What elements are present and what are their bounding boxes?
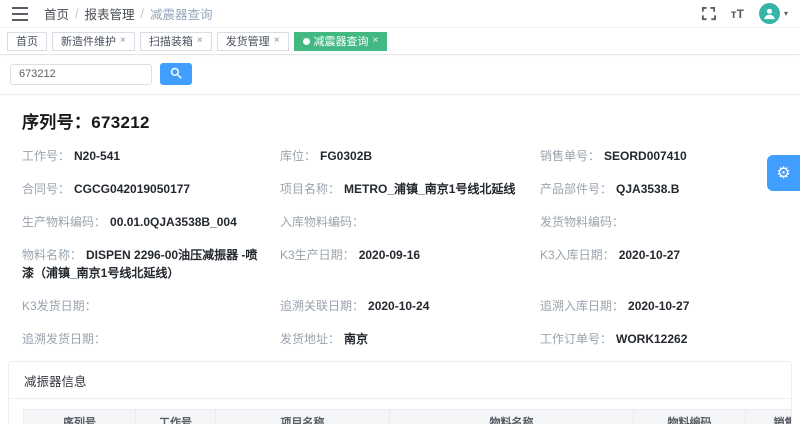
breadcrumb: 首页 / 报表管理 / 减震器查询 xyxy=(44,4,213,23)
avatar[interactable] xyxy=(759,3,780,24)
page-title: 序列号：673212 xyxy=(0,95,800,133)
tab-home[interactable]: 首页 xyxy=(7,32,47,51)
field-k3-production-date: K3生产日期：2020-09-16 xyxy=(280,238,540,289)
active-tab-dot xyxy=(303,38,310,45)
breadcrumb-report-mgmt[interactable]: 报表管理 xyxy=(85,4,135,23)
tab-scan-packing[interactable]: 扫描装箱 × xyxy=(140,32,212,51)
hamburger-menu-icon[interactable] xyxy=(12,7,28,21)
field-work-order-no: 工作订单号：WORK12262 xyxy=(540,322,790,355)
field-trace-shipping-date: 追溯发货日期： xyxy=(22,322,280,355)
field-contract-no: 合同号：CGCG042019050177 xyxy=(22,172,280,205)
field-shipping-material-code: 发货物料编码： xyxy=(540,205,790,238)
gear-icon: ⚙ xyxy=(776,163,790,183)
field-trace-inbound-date: 追溯入库日期：2020-10-27 xyxy=(540,289,790,322)
field-production-material-code: 生产物料编码：00.01.0QJA3538B_004 xyxy=(22,205,280,238)
close-icon[interactable]: × xyxy=(120,36,126,46)
detail-fields: 工作号：N20-541 库位：FG0302B 销售单号：SEORD007410 … xyxy=(0,133,800,359)
search-button[interactable] xyxy=(160,63,192,85)
navbar-right-tools: тT ▾ xyxy=(701,3,788,24)
fullscreen-icon[interactable] xyxy=(701,6,716,21)
settings-panel-button[interactable]: ⚙ xyxy=(767,155,800,191)
search-icon xyxy=(170,67,182,82)
breadcrumb-separator: / xyxy=(75,7,78,21)
damper-info-panel: 减振器信息 序列号 工作号 项目名称 物料名称 物料编码 销售单号 673212 xyxy=(8,361,792,424)
field-project-name: 项目名称：METRO_浦镇_南京1号线北延线 xyxy=(280,172,540,205)
search-bar xyxy=(0,55,800,94)
col-serial-no: 序列号 xyxy=(24,410,136,424)
field-k3-shipping-date: K3发货日期： xyxy=(22,289,280,322)
tab-damper-query-active[interactable]: 减震器查询 × xyxy=(294,32,388,51)
tab-new-part-maintenance[interactable]: 新造件维护 × xyxy=(52,32,135,51)
close-icon[interactable]: × xyxy=(197,36,203,46)
field-shipping-address: 发货地址：南京 xyxy=(280,322,540,355)
field-k3-inbound-date: K3入库日期：2020-10-27 xyxy=(540,238,790,289)
col-material-code: 物料编码 xyxy=(634,410,746,424)
field-bin-location: 库位：FG0302B xyxy=(280,139,540,172)
tab-shipping-mgmt[interactable]: 发货管理 × xyxy=(217,32,289,51)
caret-down-icon[interactable]: ▾ xyxy=(784,10,788,18)
breadcrumb-separator: / xyxy=(141,7,144,21)
table-header-row: 序列号 工作号 项目名称 物料名称 物料编码 销售单号 xyxy=(24,410,792,424)
font-size-icon[interactable]: тT xyxy=(731,7,744,21)
top-navbar: 首页 / 报表管理 / 减震器查询 тT ▾ xyxy=(0,0,800,28)
field-material-name: 物料名称：DISPEN 2296-00油压减振器 -喷漆（浦镇_南京1号线北延线… xyxy=(22,238,280,289)
col-project-name: 项目名称 xyxy=(216,410,390,424)
breadcrumb-current: 减震器查询 xyxy=(150,4,213,23)
breadcrumb-home[interactable]: 首页 xyxy=(44,4,69,23)
field-trace-link-date: 追溯关联日期：2020-10-24 xyxy=(280,289,540,322)
field-product-part-no: 产品部件号：QJA3538.B xyxy=(540,172,790,205)
panel-title: 减振器信息 xyxy=(9,362,791,399)
close-icon[interactable]: × xyxy=(274,36,280,46)
tags-view-bar: 首页 新造件维护 × 扫描装箱 × 发货管理 × 减震器查询 × xyxy=(0,28,800,55)
user-menu[interactable]: ▾ xyxy=(759,3,788,24)
field-sales-order: 销售单号：SEORD007410 xyxy=(540,139,790,172)
field-work-no: 工作号：N20-541 xyxy=(22,139,280,172)
col-sales-order: 销售单号 xyxy=(746,410,792,424)
field-inbound-material-code: 入库物料编码： xyxy=(280,205,540,238)
damper-table: 序列号 工作号 项目名称 物料名称 物料编码 销售单号 673212 N20-5… xyxy=(23,409,791,424)
col-material-name: 物料名称 xyxy=(390,410,634,424)
serial-search-input[interactable] xyxy=(10,64,152,85)
col-work-no: 工作号 xyxy=(136,410,216,424)
panel-body: 序列号 工作号 项目名称 物料名称 物料编码 销售单号 673212 N20-5… xyxy=(9,399,791,424)
close-icon[interactable]: × xyxy=(373,36,379,46)
